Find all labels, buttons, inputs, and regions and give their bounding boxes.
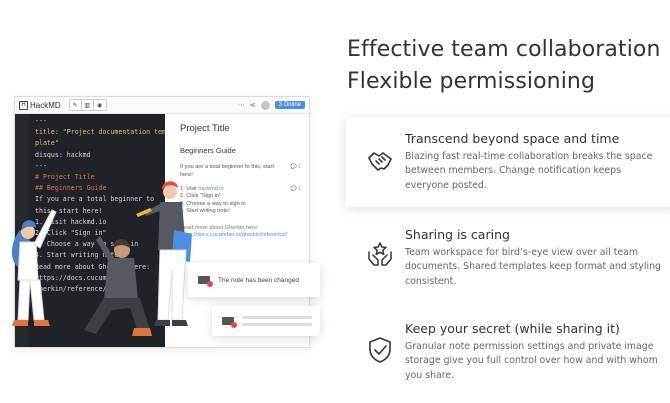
editor-line: ---: [35, 117, 47, 125]
feature-description: Granular note permission settings and pr…: [405, 341, 658, 381]
editor-line: plate": [35, 139, 59, 148]
feature-title: Transcend beyond space and time: [405, 131, 620, 146]
comment-count: 1: [298, 164, 301, 170]
handshake-icon: [368, 152, 392, 171]
avatar[interactable]: [260, 100, 270, 110]
comment-icon[interactable]: 💬 1: [291, 163, 301, 171]
preview-title: Project Title: [180, 123, 230, 134]
section-headline: Effective team collaboration Flexible pe…: [347, 34, 661, 98]
comment-icon[interactable]: 💬 1: [291, 186, 301, 193]
app-toolbar: H HackMD ✎ ▥ ◉ ⋯ ⋖ 3 Online: [15, 97, 309, 114]
feature-card-sharing[interactable]: Sharing is caring Team workspace for bir…: [346, 213, 670, 303]
hackmd-logo: H HackMD: [19, 100, 61, 110]
online-users-badge[interactable]: 3 Online: [274, 101, 305, 109]
feature-description: Blazing fast real-time collaboration bre…: [405, 151, 653, 191]
standing-man-figure: [136, 181, 192, 326]
feature-title: Keep your secret (while sharing it): [405, 321, 620, 336]
view-mode-toggle: ✎ ▥ ◉: [68, 99, 107, 111]
view-mode-icon[interactable]: ◉: [93, 100, 106, 110]
change-notification[interactable]: The note has been changed: [188, 263, 320, 297]
preview-subtitle: Beginners Guide: [180, 146, 236, 155]
more-options-icon[interactable]: ⋯: [238, 101, 245, 109]
hackmd-logo-icon: H: [19, 100, 28, 110]
headline-line-1: Effective team collaboration: [347, 37, 661, 62]
woman-figure: [11, 209, 57, 326]
shield-check-icon: [369, 337, 391, 363]
mail-icon: [198, 276, 213, 287]
hackmd-link[interactable]: hackmd.io: [198, 186, 224, 192]
mail-icon: [222, 317, 237, 328]
feature-description: Team workspace for bird’s-eye view over …: [405, 247, 661, 287]
kneeling-man-figure: [84, 236, 152, 336]
share-icon[interactable]: ⋖: [250, 101, 256, 109]
edit-mode-icon[interactable]: ✎: [69, 100, 82, 110]
placeholder-line: [242, 316, 312, 319]
app-brand: HackMD: [30, 100, 61, 110]
comment-count: 1: [298, 186, 301, 192]
team-illustration: [11, 181, 192, 336]
split-mode-icon[interactable]: ▥: [81, 100, 94, 110]
notification-text: The note has been changed: [218, 276, 299, 284]
feature-title: Sharing is caring: [405, 227, 510, 242]
placeholder-notification: [212, 306, 320, 336]
placeholder-line: [242, 323, 312, 326]
headline-line-2: Flexible permissioning: [347, 69, 596, 94]
feature-card-permissions[interactable]: Keep your secret (while sharing it) Gran…: [346, 307, 670, 397]
editor-line: title: "Project documentation tem-: [35, 128, 165, 137]
feature-card-collaboration[interactable]: Transcend beyond space and time Blazing …: [346, 117, 670, 207]
editor-line: disqus: hackmd: [35, 150, 91, 159]
hands-star-icon: [368, 242, 392, 266]
